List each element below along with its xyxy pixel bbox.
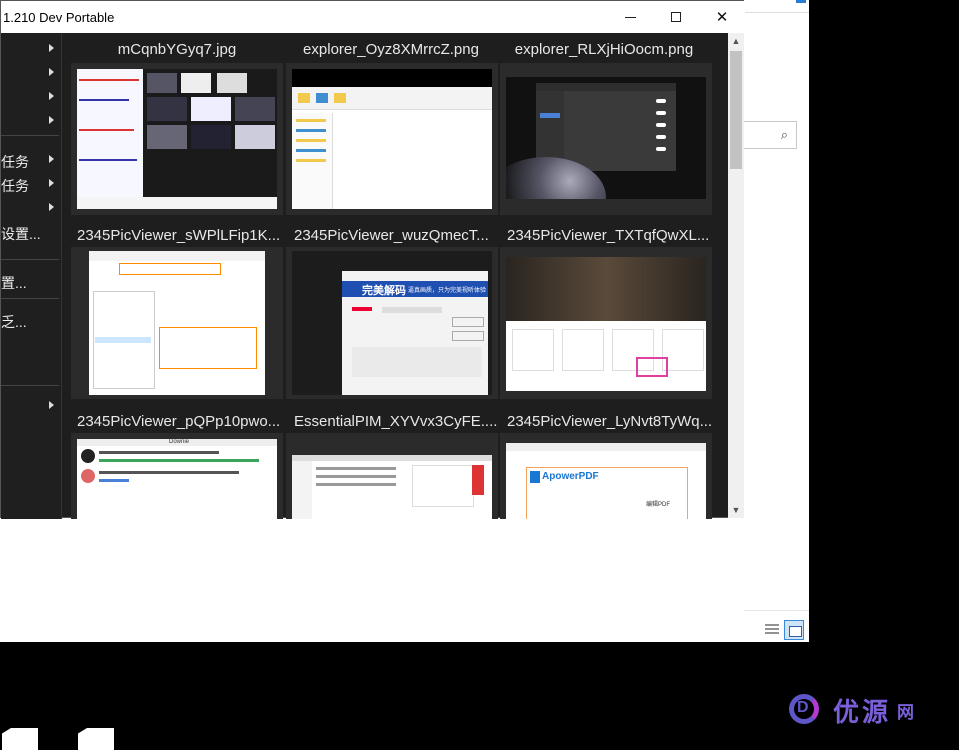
thumbnail-image xyxy=(292,69,492,209)
thumbnail-filename: EssentialPIM_XYVvx3CyFE.... xyxy=(294,413,498,430)
thumbnail[interactable] xyxy=(286,433,498,519)
menu-item[interactable] xyxy=(1,63,59,83)
thumbnail[interactable]: 完美解码 逼真画质，只为完美视听体验 xyxy=(286,247,498,399)
thumbnail[interactable]: Downie xyxy=(71,433,283,519)
menu-separator xyxy=(1,259,59,260)
app-title: Downie xyxy=(169,439,190,445)
menu-item-label: 任务 xyxy=(1,178,29,194)
thumbnail-filename: explorer_RLXjHiOocm.png xyxy=(514,41,694,58)
search-icon[interactable]: ⌕ xyxy=(781,127,788,143)
details-view-button[interactable] xyxy=(762,620,782,640)
menu-item-label: 乏... xyxy=(1,314,27,330)
thumbnail-filename: 2345PicViewer_TXTqfQwXL... xyxy=(507,227,710,244)
menu-separator xyxy=(1,135,59,136)
menu-item[interactable] xyxy=(1,198,59,218)
large-icons-view-button[interactable] xyxy=(784,620,804,640)
background-accent-edge xyxy=(796,0,806,3)
thumbnail[interactable] xyxy=(71,247,283,399)
close-button[interactable]: ✕ xyxy=(699,1,745,33)
menu-item[interactable]: 设置... xyxy=(1,222,59,242)
scroll-up-arrow-icon[interactable]: ▲ xyxy=(728,33,744,49)
maximize-button[interactable] xyxy=(653,1,699,33)
close-icon: ✕ xyxy=(715,9,729,26)
vertical-scrollbar[interactable]: ▲ ▼ xyxy=(728,33,744,518)
thumbnail-filename: 2345PicViewer_sWPlLFip1K... xyxy=(77,227,281,244)
app-logo-text: ApowerPDF xyxy=(542,471,599,482)
window-titlebar[interactable]: 1.210 Dev Portable ✕ xyxy=(1,1,745,33)
thumbnail-filename: explorer_Oyz8XMrrcZ.png xyxy=(303,41,479,58)
menu-item[interactable]: 乏... xyxy=(1,310,59,330)
image-viewer-window: 1.210 Dev Portable ✕ 任务 任务 设置... 置... 乏.… xyxy=(0,0,745,519)
thumbnail[interactable]: ApowerPDF 编辑PDF xyxy=(500,433,712,519)
search-box[interactable]: ⌕ xyxy=(744,121,797,149)
menu-item[interactable] xyxy=(1,396,59,416)
submenu-arrow-icon xyxy=(49,116,54,124)
banner-text: 完美解码 xyxy=(362,285,406,297)
window-title: 1.210 Dev Portable xyxy=(3,10,115,25)
watermark-suffix: 网 xyxy=(897,702,915,722)
banner-slogan: 逼真画质，只为完美视听体验 xyxy=(408,288,487,294)
menu-item[interactable]: 置... xyxy=(1,271,59,291)
thumbnail-image xyxy=(292,455,492,519)
context-menu: 任务 任务 设置... 置... 乏... xyxy=(1,33,62,519)
submenu-arrow-icon xyxy=(49,401,54,409)
thumbnail-filename: 2345PicViewer_pQPp10pwo... xyxy=(77,413,281,430)
thumbnail-image: 完美解码 逼真画质，只为完美视听体验 xyxy=(292,251,492,395)
thumbnail-image xyxy=(506,77,706,199)
minimize-button[interactable] xyxy=(607,1,653,33)
watermark-logo: 优源 网 xyxy=(785,690,914,730)
menu-separator xyxy=(1,385,59,386)
thumbnail-filename: mCqnbYGyq7.jpg xyxy=(117,41,237,58)
menu-item-label: 置... xyxy=(1,275,27,291)
thumbnail-image xyxy=(77,69,277,209)
submenu-arrow-icon xyxy=(49,44,54,52)
scroll-down-arrow-icon[interactable]: ▼ xyxy=(728,502,744,518)
thumbnail[interactable] xyxy=(286,63,498,215)
menu-separator xyxy=(1,298,59,299)
watermark-text: 优源 xyxy=(833,696,892,727)
thumbnail-image: Downie xyxy=(77,439,277,519)
thumbnail[interactable] xyxy=(500,63,712,215)
thumbnail[interactable] xyxy=(71,63,283,215)
thumbnail[interactable] xyxy=(500,247,712,399)
menu-item[interactable]: 任务 xyxy=(1,150,59,170)
thumbnail-image xyxy=(506,257,706,391)
submenu-arrow-icon xyxy=(49,179,54,187)
submenu-arrow-icon xyxy=(49,68,54,76)
thumbnail-filename: 2345PicViewer_LyNvt8TyWq... xyxy=(507,413,713,430)
menu-item[interactable] xyxy=(1,111,59,131)
thumbnail-filename: 2345PicViewer_wuzQmecT... xyxy=(294,227,489,244)
menu-item-label: 设置... xyxy=(1,226,41,242)
submenu-arrow-icon xyxy=(49,203,54,211)
menu-item-label: 任务 xyxy=(1,154,29,170)
thumbnail-image xyxy=(89,251,265,395)
submenu-arrow-icon xyxy=(49,155,54,163)
submenu-arrow-icon xyxy=(49,92,54,100)
feature-label: 编辑PDF xyxy=(646,502,671,508)
scrollbar-thumb[interactable] xyxy=(730,51,742,169)
menu-item[interactable]: 任务 xyxy=(1,174,59,194)
menu-item[interactable] xyxy=(1,87,59,107)
logo-icon xyxy=(785,690,825,730)
thumbnail-image: ApowerPDF 编辑PDF xyxy=(506,443,706,519)
menu-item[interactable] xyxy=(1,39,59,59)
status-divider xyxy=(744,610,809,611)
